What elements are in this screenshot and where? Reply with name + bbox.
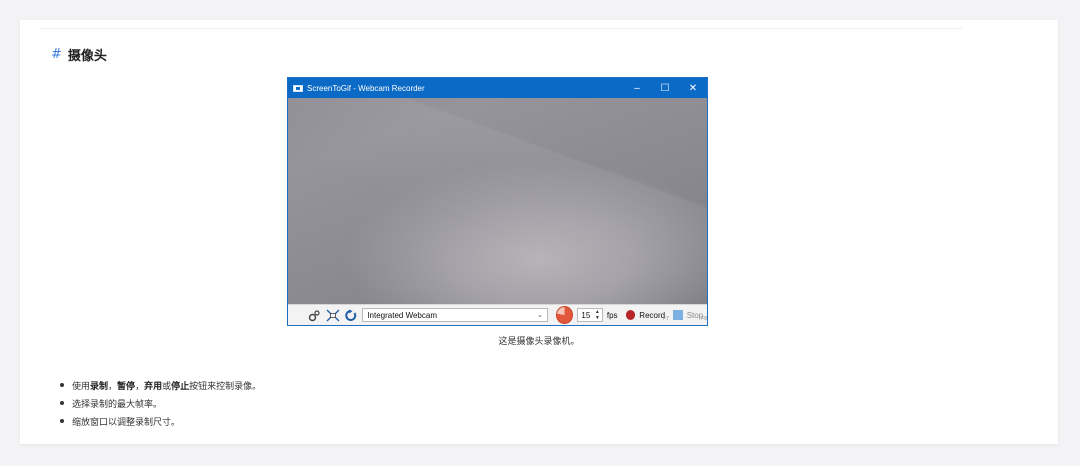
list-text: 缩放窗口以调整录制尺寸。 [72, 417, 181, 428]
keyword-stop: 停止 [171, 381, 190, 392]
content-card: # 摄像头 ScreenToGif - Webcam Recorder – ☐ … [20, 20, 1058, 444]
divider [40, 28, 962, 29]
minimize-button[interactable]: – [623, 78, 651, 98]
webcam-recorder-window: ScreenToGif - Webcam Recorder – ☐ ✕ Inte… [287, 77, 708, 326]
record-icon[interactable] [625, 310, 636, 320]
keyword-discard: 弃用 [144, 381, 163, 392]
stop-icon[interactable] [672, 310, 683, 320]
recorder-toolbar: Integrated Webcam ⌄ 15 ▲ ▼ fps Record F7 … [288, 304, 707, 325]
list-text: 或 [162, 381, 172, 392]
list-item: 缩放窗口以调整录制尺寸。 [60, 412, 261, 430]
list-text: 按钮来控制录像。 [189, 381, 262, 392]
device-select-value: Integrated Webcam [367, 310, 437, 320]
refresh-icon[interactable] [344, 308, 358, 322]
list-text: 使用 [72, 381, 91, 392]
chevron-down-icon: ⌄ [536, 312, 543, 319]
keyword-pause: 暂停 [117, 381, 136, 392]
fps-value: 15 [581, 310, 591, 320]
fps-stepper[interactable]: 15 ▲ ▼ [577, 308, 603, 322]
device-select[interactable]: Integrated Webcam ⌄ [362, 308, 548, 322]
record-button-label[interactable]: Record [639, 311, 665, 320]
spin-arrows-icon[interactable]: ▲ ▼ [595, 309, 600, 321]
list-text: 选择录制的最大帧率。 [72, 399, 163, 410]
separator: ， [135, 381, 145, 392]
bullet-icon [60, 383, 64, 387]
gear-icon[interactable] [308, 308, 322, 322]
timer-icon[interactable] [555, 306, 574, 324]
window-title: ScreenToGif - Webcam Recorder [307, 83, 425, 93]
window-titlebar[interactable]: ScreenToGif - Webcam Recorder – ☐ ✕ [288, 78, 707, 98]
crop-fit-icon[interactable] [326, 308, 340, 322]
maximize-button[interactable]: ☐ [651, 78, 679, 98]
separator: ， [108, 381, 118, 392]
list-item: 选择录制的最大帧率。 [60, 394, 261, 412]
heading-text: 摄像头 [67, 49, 107, 64]
image-caption: 这是摄像头录像机。 [498, 337, 580, 347]
webcam-preview [288, 98, 707, 304]
fps-label: fps [606, 310, 618, 320]
feature-list: 使用 录制，暂停，弃用或停止 按钮来控制录像。 选择录制的最大帧率。 缩放窗口以调整… [60, 376, 261, 430]
app-icon [293, 84, 303, 92]
section-heading: # 摄像头 [51, 45, 107, 64]
record-shortcut: F7 [663, 316, 669, 322]
heading-anchor-hash[interactable]: # [51, 47, 62, 62]
bullet-icon [60, 419, 64, 423]
list-item: 使用 录制，暂停，弃用或停止 按钮来控制录像。 [60, 376, 261, 394]
close-button[interactable]: ✕ [679, 78, 707, 98]
stop-shortcut: F8 [701, 316, 707, 322]
keyword-record: 录制 [90, 381, 109, 392]
bullet-icon [60, 401, 64, 405]
